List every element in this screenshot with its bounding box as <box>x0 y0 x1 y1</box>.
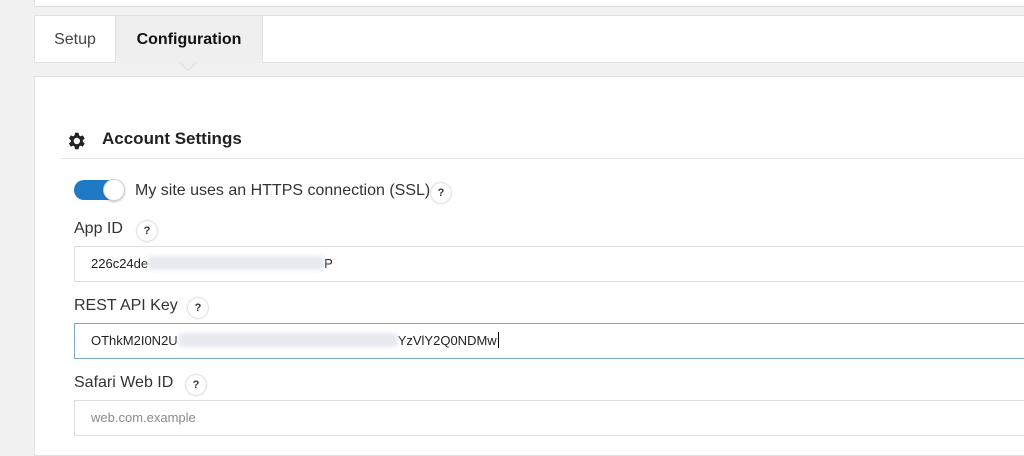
gear-icon <box>68 132 85 150</box>
text-cursor <box>497 332 499 349</box>
safari-web-id-label: Safari Web ID <box>74 374 174 391</box>
app-id-input[interactable]: 226c24de P <box>74 246 1024 282</box>
tab-bar: Setup Configuration <box>34 15 1024 63</box>
rest-api-key-help-icon[interactable]: ? <box>188 298 208 318</box>
ssl-toggle-label: My site uses an HTTPS connection (SSL) <box>135 182 431 199</box>
tab-configuration[interactable]: Configuration <box>115 16 263 63</box>
ssl-toggle[interactable] <box>74 179 125 201</box>
redacted-segment <box>177 333 398 348</box>
rest-api-key-input[interactable]: OThkM2I0N2U YzVlY2Q0NDMw <box>74 323 1024 359</box>
app-id-label: App ID <box>74 220 123 237</box>
app-id-value-start: 226c24de <box>91 256 149 271</box>
rest-api-key-value-start: OThkM2I0N2U <box>91 333 178 348</box>
ssl-help-icon[interactable]: ? <box>431 183 451 203</box>
redacted-segment <box>148 256 325 271</box>
rest-api-key-label: REST API Key <box>74 297 178 314</box>
account-settings-header: Account Settings <box>61 125 1024 159</box>
safari-web-id-input[interactable]: web.com.example <box>74 400 1024 436</box>
previous-panel-edge <box>34 0 1024 7</box>
app-id-help-icon[interactable]: ? <box>137 221 157 241</box>
active-tab-pointer <box>180 62 196 70</box>
tab-setup[interactable]: Setup <box>35 16 115 63</box>
safari-web-id-placeholder: web.com.example <box>91 410 196 425</box>
rest-api-key-value-end: YzVlY2Q0NDMw <box>397 333 497 348</box>
app-id-value-end: P <box>324 256 333 271</box>
configuration-panel: Account Settings My site uses an HTTPS c… <box>34 76 1024 456</box>
section-title: Account Settings <box>102 129 242 148</box>
toggle-knob <box>103 179 125 201</box>
safari-web-id-help-icon[interactable]: ? <box>186 375 206 395</box>
